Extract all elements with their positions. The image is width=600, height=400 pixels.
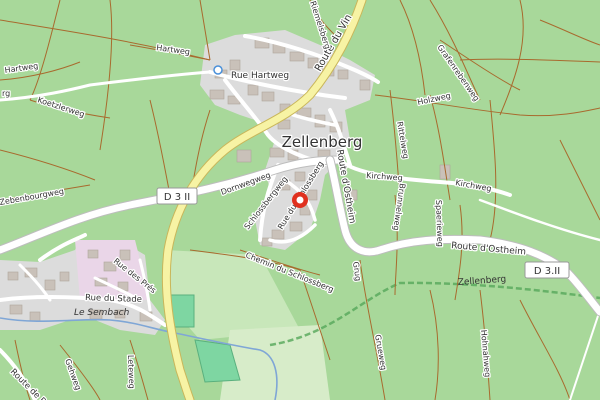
bus-stop-icon[interactable] [213,65,223,75]
road-label-spaerieweg: Spaerieweg [434,200,445,247]
road-shield-label: D 3 II [164,192,190,203]
road-shield-label: D 3.II [534,266,560,277]
road-shield-d3ii-right: D 3.II [524,261,570,279]
river-label-le-sembach: Le Sembach [74,308,130,318]
road-label-fragment: rg [2,89,10,98]
road-shield-d3ii-left: D 3 II [156,187,198,205]
map-pin-icon[interactable] [292,192,308,208]
road-label-rue-hartweg: Rue Hartweg [231,71,289,81]
road-label-rue-du-stade: Rue du Stade [85,293,142,305]
park-area [220,325,330,400]
map-canvas[interactable]: D 3 II D 3.II Zellenberg Route du Vin Ru… [0,0,600,400]
place-label-zellenberg: Zellenberg [282,133,363,151]
road-label-leteweg: Leteweg [126,355,136,389]
